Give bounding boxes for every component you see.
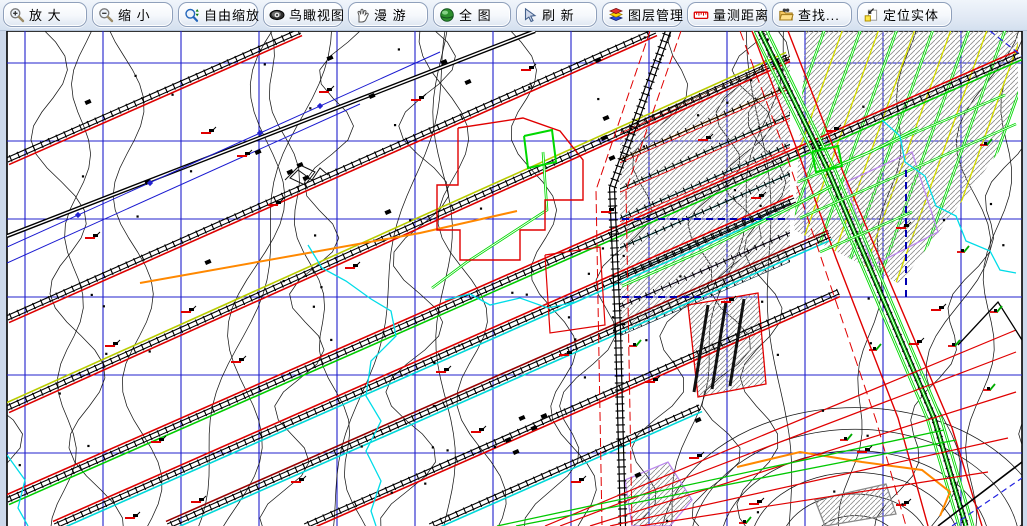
find-button[interactable]: 查找... (772, 2, 852, 27)
gis-window: 放 大 缩 小 自由缩放 鸟瞰视图 漫 游 全 图 刷 新 图层管理 量测距离 查找... 定位实体 (0, 0, 1027, 526)
birdseye-view-label: 鸟瞰视图 (289, 5, 345, 24)
map-canvas[interactable] (0, 31, 1027, 526)
locate-entity-label: 定位实体 (883, 5, 939, 24)
birdseye-view-button[interactable]: 鸟瞰视图 (263, 2, 343, 27)
find-folder-icon (778, 7, 794, 23)
zoom-out-button[interactable]: 缩 小 (92, 2, 173, 27)
zoom-out-icon (98, 7, 114, 23)
locate-entity-icon (863, 7, 879, 23)
globe-icon (439, 7, 455, 23)
locate-entity-button[interactable]: 定位实体 (857, 2, 952, 27)
zoom-out-label: 缩 小 (118, 5, 151, 24)
measure-distance-button[interactable]: 量测距离 (687, 2, 767, 27)
birdseye-icon (269, 7, 285, 23)
refresh-button[interactable]: 刷 新 (516, 2, 597, 27)
free-zoom-button[interactable]: 自由缩放 (178, 2, 258, 27)
red-block (688, 293, 766, 397)
zoom-in-icon (9, 7, 25, 23)
free-zoom-label: 自由缩放 (204, 5, 260, 24)
pan-hand-icon (354, 7, 370, 23)
free-zoom-icon (184, 7, 200, 23)
full-map-label: 全 图 (459, 5, 492, 24)
refresh-cursor-icon (522, 7, 538, 23)
zoom-in-button[interactable]: 放 大 (3, 2, 87, 27)
ruler-icon (693, 7, 709, 23)
zoom-in-label: 放 大 (29, 5, 62, 24)
measure-distance-label: 量测距离 (713, 5, 769, 24)
map-area[interactable] (0, 31, 1027, 526)
pan-label: 漫 游 (374, 5, 407, 24)
refresh-label: 刷 新 (542, 5, 575, 24)
toolbar: 放 大 缩 小 自由缩放 鸟瞰视图 漫 游 全 图 刷 新 图层管理 量测距离 查找... 定位实体 (0, 0, 1027, 31)
find-label: 查找... (798, 5, 840, 24)
pan-button[interactable]: 漫 游 (348, 2, 428, 27)
full-map-button[interactable]: 全 图 (433, 2, 511, 27)
layer-manager-button[interactable]: 图层管理 (602, 2, 682, 27)
layer-manager-label: 图层管理 (628, 5, 684, 24)
layers-icon (608, 7, 624, 23)
